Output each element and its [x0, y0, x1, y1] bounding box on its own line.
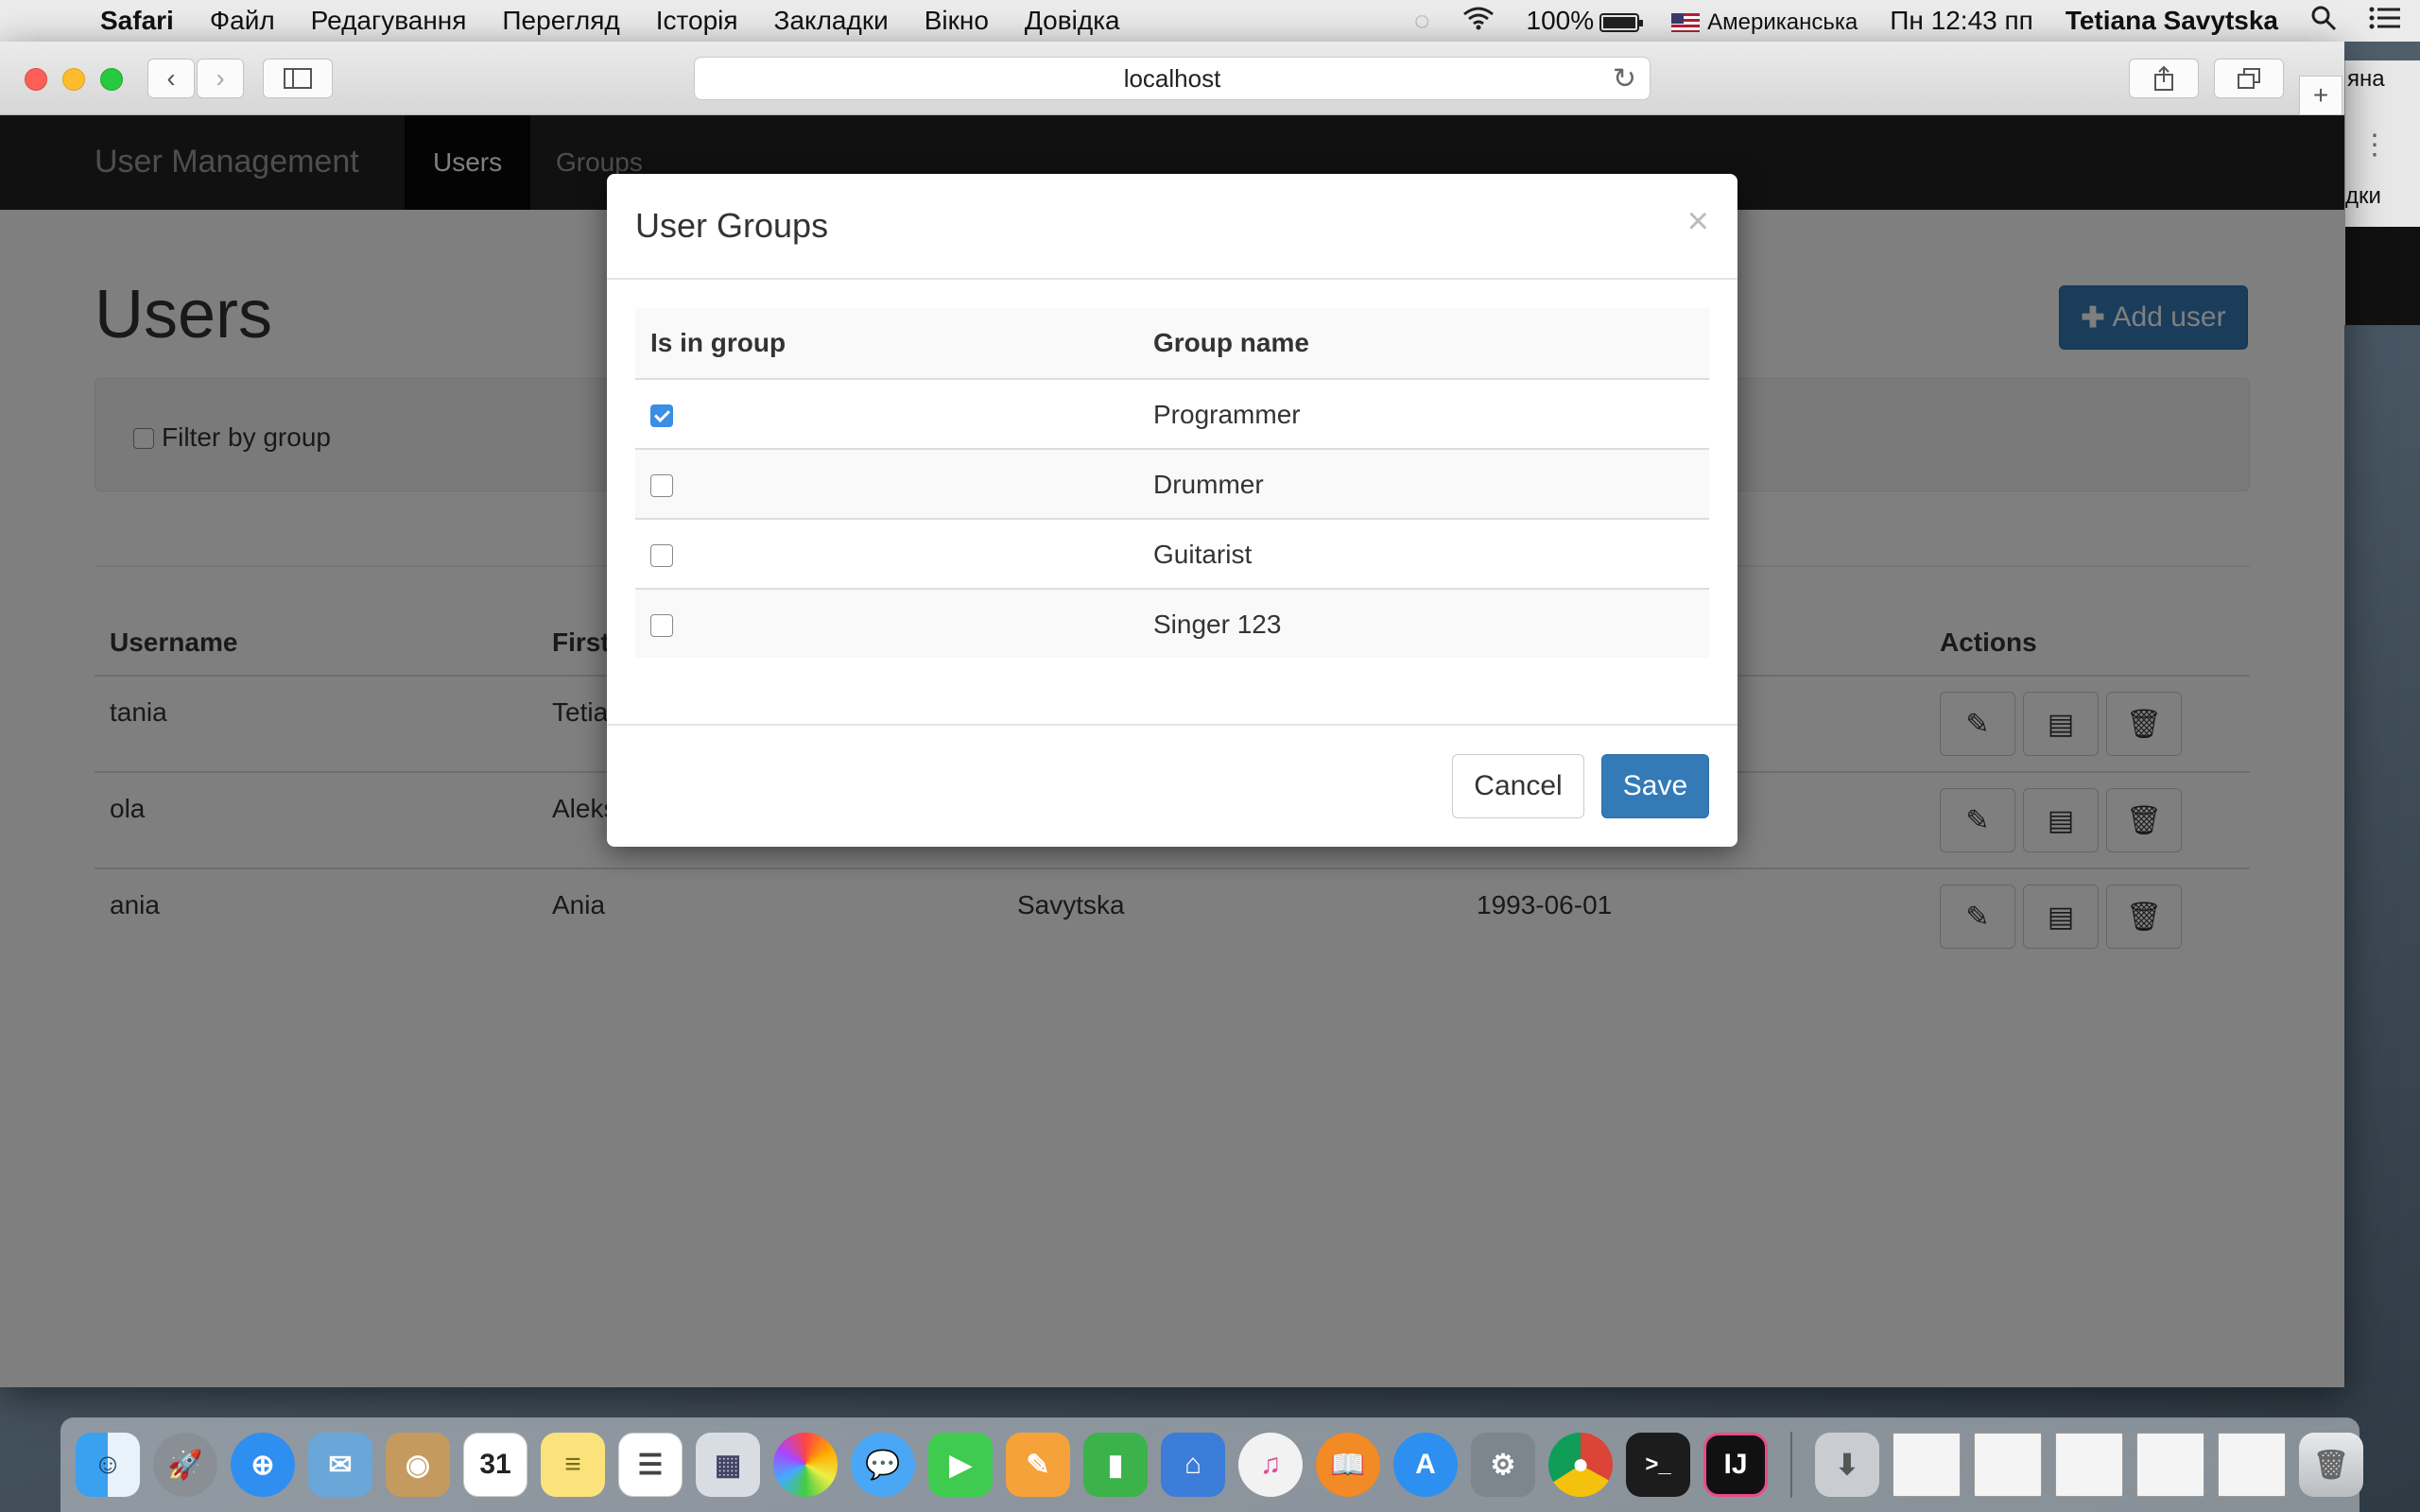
notification-center-icon[interactable] — [2369, 6, 2401, 37]
background-window: яна ⋮ дки — [2344, 60, 2420, 325]
group-checkbox-singer[interactable] — [650, 614, 673, 637]
finder-icon[interactable]: ☺ — [76, 1433, 140, 1497]
group-checkbox-programmer[interactable] — [650, 404, 673, 427]
cancel-button[interactable]: Cancel — [1452, 754, 1584, 818]
modal-header-divider — [607, 278, 1737, 280]
window-thumbnail[interactable] — [2055, 1433, 2123, 1497]
header-is-in-group: Is in group — [650, 328, 786, 357]
battery-status[interactable]: 100% — [1526, 6, 1644, 36]
notes-icon[interactable]: ≡ — [541, 1433, 605, 1497]
bg-window-dark-strip — [2345, 227, 2420, 325]
itunes-icon[interactable]: ♫ — [1238, 1433, 1303, 1497]
intellij-icon[interactable]: IJ — [1703, 1433, 1768, 1497]
close-window-button[interactable] — [25, 68, 47, 91]
tabs-icon — [2238, 68, 2260, 89]
menu-help[interactable]: Довідка — [1025, 6, 1120, 36]
sidebar-toggle-button[interactable] — [263, 59, 333, 98]
reminders-icon[interactable]: ☰ — [618, 1433, 683, 1497]
menu-file[interactable]: Файл — [210, 6, 275, 36]
messages-icon[interactable]: 💬 — [851, 1433, 915, 1497]
share-button[interactable] — [2129, 59, 2199, 98]
spotlight-search-icon[interactable] — [2310, 5, 2337, 38]
group-name: Drummer — [1153, 470, 1264, 499]
group-row: Singer 123 — [635, 588, 1709, 658]
header-group-name: Group name — [1153, 328, 1309, 357]
dock-separator — [1790, 1432, 1792, 1498]
app-store-icon[interactable]: A — [1393, 1433, 1458, 1497]
preview-icon[interactable]: ▦ — [696, 1433, 760, 1497]
chrome-icon[interactable]: ● — [1548, 1433, 1613, 1497]
window-thumbnail[interactable] — [1974, 1433, 2042, 1497]
menu-view[interactable]: Перегляд — [502, 6, 619, 36]
minimize-window-button[interactable] — [62, 68, 85, 91]
group-name: Programmer — [1153, 400, 1301, 429]
window-thumbnail[interactable] — [1893, 1433, 1961, 1497]
menu-bar: Safari Файл Редагування Перегляд Історія… — [0, 0, 2420, 42]
group-name: Singer 123 — [1153, 610, 1282, 639]
back-button[interactable]: ‹ — [147, 59, 195, 98]
browser-toolbar: ‹ › localhost ↻ + — [0, 42, 2344, 115]
sync-icon[interactable]: ◌ — [1414, 6, 1430, 36]
contacts-icon[interactable]: ◉ — [386, 1433, 450, 1497]
group-row: Programmer — [635, 378, 1709, 448]
safari-icon[interactable]: ⊕ — [231, 1433, 295, 1497]
group-checkbox-guitarist[interactable] — [650, 544, 673, 567]
keynote-icon[interactable]: ⌂ — [1161, 1433, 1225, 1497]
menu-edit[interactable]: Редагування — [311, 6, 467, 36]
new-tab-button[interactable]: + — [2299, 76, 2342, 115]
bg-window-text-mid: дки — [2345, 183, 2381, 209]
mail-icon[interactable]: ✉ — [308, 1433, 372, 1497]
forward-button[interactable]: › — [197, 59, 244, 98]
user-name[interactable]: Tetiana Savytska — [2066, 6, 2278, 36]
menu-bookmarks[interactable]: Закладки — [774, 6, 889, 36]
groups-table-header: Is in group Group name — [635, 308, 1709, 378]
reload-icon[interactable]: ↻ — [1613, 62, 1636, 95]
battery-icon — [1599, 12, 1644, 32]
dock: ☺ 🚀 ⊕ ✉ ◉ 31 ≡ ☰ ▦ 💬 ▶ ✎ ▮ ⌂ ♫ 📖 A ⚙ ● >… — [60, 1418, 2363, 1512]
menu-window[interactable]: Вікно — [925, 6, 989, 36]
system-preferences-icon[interactable]: ⚙ — [1471, 1433, 1535, 1497]
window-thumbnail[interactable] — [2218, 1433, 2286, 1497]
address-text: localhost — [1123, 63, 1221, 93]
input-source-label: Американська — [1707, 9, 1858, 35]
pages-icon[interactable]: ✎ — [1006, 1433, 1070, 1497]
bg-window-menu-icon: ⋮ — [2360, 129, 2389, 161]
web-page: User Management Users Groups Users ✚ Add… — [0, 115, 2344, 1387]
input-source[interactable]: Американська — [1671, 6, 1858, 36]
zoom-window-button[interactable] — [100, 68, 123, 91]
save-button[interactable]: Save — [1601, 754, 1709, 818]
close-icon[interactable]: × — [1687, 200, 1709, 243]
trash-icon[interactable]: 🗑 — [2299, 1433, 2363, 1497]
calendar-icon[interactable]: 31 — [463, 1433, 527, 1497]
downloads-stack-icon[interactable]: ⬇ — [1815, 1433, 1879, 1497]
numbers-icon[interactable]: ▮ — [1083, 1433, 1148, 1497]
ibooks-icon[interactable]: 📖 — [1316, 1433, 1380, 1497]
address-bar[interactable]: localhost ↻ — [694, 57, 1651, 100]
share-icon — [2154, 65, 2173, 91]
sidebar-icon — [284, 68, 312, 89]
launchpad-icon[interactable]: 🚀 — [153, 1433, 217, 1497]
group-name: Guitarist — [1153, 540, 1253, 569]
photos-icon[interactable] — [773, 1433, 838, 1497]
window-thumbnail[interactable] — [2136, 1433, 2204, 1497]
modal-footer-divider — [607, 724, 1737, 726]
terminal-icon[interactable]: >_ — [1626, 1433, 1690, 1497]
user-groups-modal: User Groups × Is in group Group name Pro… — [607, 174, 1737, 847]
bg-window-text-top: яна — [2347, 66, 2385, 92]
wifi-icon[interactable] — [1462, 6, 1495, 37]
menu-app-name[interactable]: Safari — [100, 6, 174, 36]
battery-percent: 100% — [1526, 6, 1595, 35]
safari-window: ‹ › localhost ↻ + User Management Users … — [0, 42, 2344, 1387]
facetime-icon[interactable]: ▶ — [928, 1433, 993, 1497]
us-flag-icon — [1671, 12, 1701, 32]
group-row: Guitarist — [635, 518, 1709, 588]
menu-history[interactable]: Історія — [656, 6, 738, 36]
modal-title: User Groups — [635, 206, 829, 245]
clock[interactable]: Пн 12:43 пп — [1890, 6, 2033, 36]
group-row: Drummer — [635, 448, 1709, 518]
group-checkbox-drummer[interactable] — [650, 474, 673, 497]
show-tabs-button[interactable] — [2214, 59, 2284, 98]
